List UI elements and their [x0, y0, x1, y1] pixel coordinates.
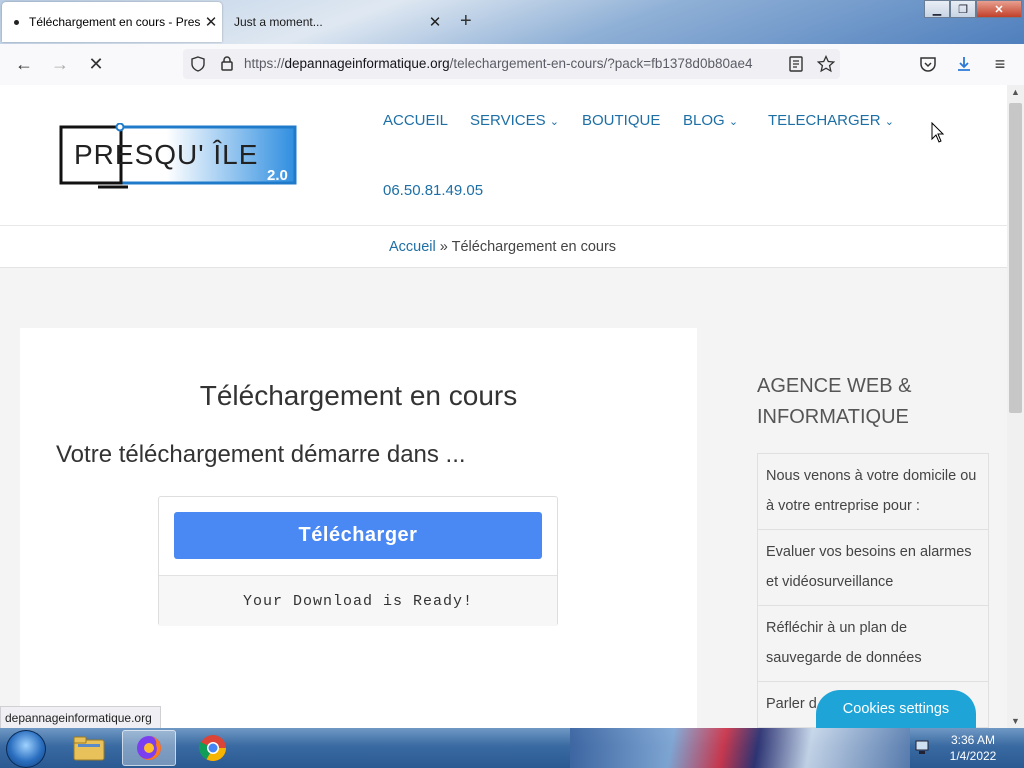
mouse-cursor-icon [931, 122, 945, 143]
sidebar-list: Nous venons à votre domicile ou à votre … [757, 453, 989, 728]
download-button[interactable]: Télécharger [174, 512, 542, 559]
stop-loading-button[interactable]: ✕ [82, 52, 110, 76]
site-logo[interactable]: PRESQU' ÎLE 2.0 [58, 123, 298, 189]
browser-titlebar: Téléchargement en cours - Presqu'île ✕ J… [0, 0, 1024, 44]
scroll-down-icon[interactable]: ▼ [1007, 716, 1024, 726]
main-content: Téléchargement en cours Votre télécharge… [20, 328, 697, 728]
list-item: Réfléchir à un plan de sauvegarde de don… [758, 606, 988, 682]
back-button[interactable]: ← [10, 52, 38, 76]
chrome-icon[interactable] [186, 730, 240, 766]
web-page: PRESQU' ÎLE 2.0 ACCUEIL SERVICES ⌄ BOUTI… [0, 85, 1007, 728]
download-countdown-text: Votre téléchargement démarre dans ... [56, 441, 466, 468]
wallpaper-art [570, 728, 910, 768]
system-clock[interactable]: 3:36 AM 1/4/2022 [940, 732, 1006, 764]
download-box: Télécharger Your Download is Ready! [158, 496, 558, 626]
breadcrumb: Accueil » Téléchargement en cours [0, 226, 1007, 268]
firefox-icon[interactable] [122, 730, 176, 766]
link-status-bar: depannageinformatique.org [0, 706, 161, 728]
tab-telechargement[interactable]: Téléchargement en cours - Presqu'île ✕ [2, 2, 222, 42]
breadcrumb-home[interactable]: Accueil [389, 239, 436, 255]
breadcrumb-current: Téléchargement en cours [451, 239, 617, 255]
forward-button[interactable]: → [46, 52, 74, 76]
sidebar-title: AGENCE WEB & INFORMATIQUE [757, 375, 912, 428]
logo-version: 2.0 [267, 167, 288, 184]
clock-time: 3:36 AM [950, 733, 996, 747]
browser-toolbar: ← → ✕ https://depannageinformatique.org/… [0, 44, 1024, 86]
menu-icon[interactable]: ≡ [986, 52, 1014, 76]
download-status: Your Download is Ready! [159, 575, 557, 626]
tab-just-a-moment[interactable]: Just a moment... ✕ [224, 2, 446, 42]
list-item: Evaluer vos besoins en alarmes et vidéos… [758, 530, 988, 606]
scroll-up-icon[interactable]: ▲ [1007, 87, 1024, 97]
chevron-down-icon: ⌄ [884, 116, 894, 128]
site-header: PRESQU' ÎLE 2.0 ACCUEIL SERVICES ⌄ BOUTI… [0, 85, 1007, 226]
file-explorer-icon[interactable] [62, 730, 116, 766]
menu-boutique[interactable]: BOUTIQUE [582, 112, 660, 129]
chevron-down-icon: ⌄ [549, 116, 559, 128]
downloads-icon[interactable] [955, 55, 973, 73]
scrollbar-thumb[interactable] [1009, 103, 1022, 413]
menu-services[interactable]: SERVICES ⌄ [470, 112, 559, 129]
url-text: https://depannageinformatique.org/telech… [244, 56, 753, 71]
close-tab-icon[interactable]: ✕ [424, 13, 446, 31]
address-bar[interactable]: https://depannageinformatique.org/telech… [183, 49, 840, 79]
tab-title: Just a moment... [234, 15, 323, 29]
new-tab-button[interactable]: + [460, 10, 472, 33]
shield-icon[interactable] [190, 56, 206, 72]
pocket-icon[interactable] [919, 56, 937, 73]
window-controls: ▁ ❐ ✕ [924, 0, 1022, 20]
bookmark-star-icon[interactable] [817, 55, 835, 73]
chevron-down-icon: ⌄ [728, 116, 739, 128]
cookies-settings-button[interactable]: Cookies settings [816, 690, 976, 728]
menu-blog[interactable]: BLOG ⌄ [683, 112, 738, 129]
page-scrollbar[interactable]: ▲ ▼ [1007, 85, 1024, 728]
logo-text: PRESQU' ÎLE [74, 139, 258, 170]
clock-date: 1/4/2022 [949, 749, 997, 763]
phone-link[interactable]: 06.50.81.49.05 [383, 182, 483, 199]
breadcrumb-separator: » [439, 239, 448, 255]
restore-button[interactable]: ❐ [950, 0, 976, 18]
reader-view-icon[interactable] [789, 56, 803, 72]
minimize-button[interactable]: ▁ [924, 0, 950, 18]
list-item: Nous venons à votre domicile ou à votre … [758, 454, 988, 530]
loading-icon [14, 19, 19, 25]
menu-telecharger[interactable]: TELECHARGER ⌄ [768, 112, 894, 129]
tab-title: Téléchargement en cours - Presqu'île [29, 15, 200, 29]
menu-accueil[interactable]: ACCUEIL [383, 112, 448, 129]
lock-icon[interactable] [220, 55, 234, 72]
page-title: Téléchargement en cours [199, 380, 518, 411]
close-tab-icon[interactable]: ✕ [200, 13, 222, 31]
close-window-button[interactable]: ✕ [976, 0, 1022, 18]
network-icon[interactable] [914, 739, 932, 755]
start-button[interactable] [6, 730, 46, 768]
windows-taskbar: 3:36 AM 1/4/2022 [0, 728, 1024, 768]
